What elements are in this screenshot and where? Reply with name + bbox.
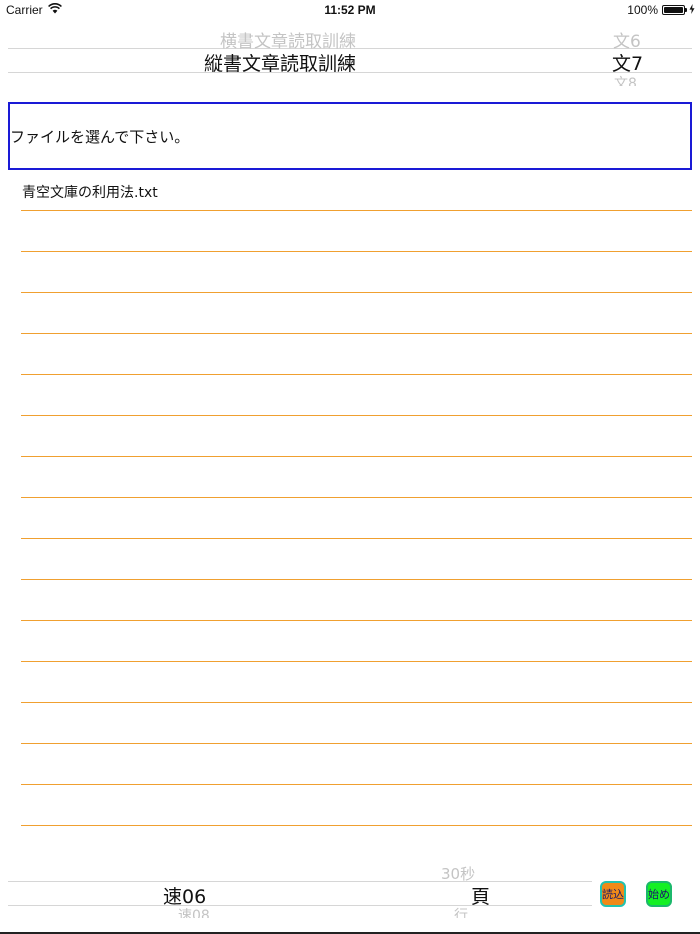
list-item[interactable] [21, 785, 692, 826]
list-item[interactable] [21, 662, 692, 703]
list-item[interactable] [21, 211, 692, 252]
list-item[interactable] [21, 539, 692, 580]
list-item[interactable] [21, 703, 692, 744]
mode-option-selected[interactable]: 縦書文章読取訓練 [204, 49, 356, 76]
picker-bottom-divider-upper [8, 881, 592, 882]
mode-picker[interactable]: 横書文章読取訓練 縦書文章読取訓練 文6 文7 文8 [8, 30, 692, 86]
list-item[interactable] [21, 416, 692, 457]
list-item[interactable] [21, 252, 692, 293]
list-item[interactable]: 青空文庫の利用法.txt [21, 170, 692, 211]
battery-icon [662, 5, 687, 15]
list-item[interactable] [21, 375, 692, 416]
load-button[interactable]: 読込 [600, 881, 626, 907]
file-list[interactable]: 青空文庫の利用法.txt [21, 170, 692, 826]
status-bar: Carrier 11:52 PM 100% [0, 0, 700, 20]
list-item[interactable] [21, 498, 692, 539]
list-item[interactable] [21, 334, 692, 375]
unit-option-selected[interactable]: 頁 [471, 882, 490, 909]
charging-icon [689, 3, 695, 17]
battery-percent: 100% [627, 3, 658, 17]
unit-option-next[interactable]: 行 [454, 905, 468, 918]
text-option-selected[interactable]: 文7 [612, 49, 643, 76]
text-option-next[interactable]: 文8 [614, 73, 637, 86]
list-item-label: 青空文庫の利用法.txt [22, 185, 158, 201]
file-prompt-text: ファイルを選んで下さい。 [10, 127, 190, 146]
file-prompt-box: ファイルを選んで下さい。 [8, 102, 692, 170]
list-item[interactable] [21, 744, 692, 785]
start-button[interactable]: 始め [646, 881, 672, 907]
list-item[interactable] [21, 580, 692, 621]
picker-bottom-divider-lower [8, 905, 592, 906]
speed-picker[interactable]: 速06 速08 30秒 頁 行 [8, 862, 592, 918]
status-right: 100% [627, 3, 695, 17]
unit-option-prev[interactable]: 30秒 [441, 863, 475, 884]
list-item[interactable] [21, 457, 692, 498]
battery-fill [664, 7, 683, 13]
list-item[interactable] [21, 293, 692, 334]
list-item[interactable] [21, 621, 692, 662]
speed-option-next[interactable]: 速08 [178, 905, 210, 918]
status-time: 11:52 PM [324, 3, 376, 17]
